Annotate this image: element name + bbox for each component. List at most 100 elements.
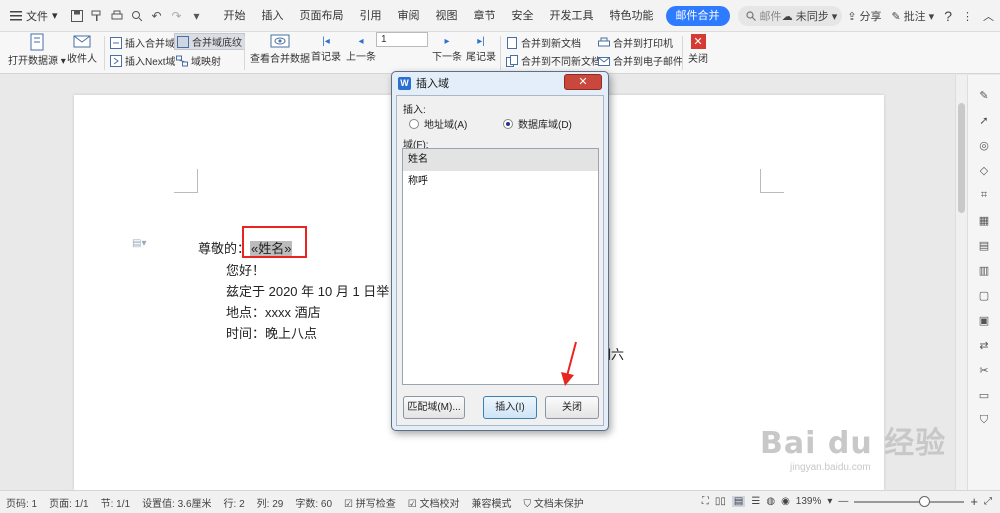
redo-icon[interactable]: ↷ (170, 9, 184, 23)
tab-page-layout[interactable]: 页面布局 (292, 0, 352, 32)
zoom-in-icon[interactable]: + (970, 494, 978, 509)
prev-record-button[interactable]: ◂ 上一条 (346, 36, 376, 63)
close-mail-merge-button[interactable]: ✕ 关闭 (688, 34, 708, 65)
ribbon-separator (104, 36, 105, 70)
print-icon[interactable] (110, 9, 124, 23)
status-col[interactable]: 列: 29 (251, 495, 290, 510)
merge-to-printer-label: 合并到打印机 (613, 39, 673, 50)
translate-icon[interactable]: ⇄ (976, 337, 992, 353)
radio-database-field[interactable]: 数据库域(D) (503, 116, 572, 131)
scrollbar-thumb[interactable] (958, 103, 965, 213)
status-row[interactable]: 行: 2 (218, 495, 251, 510)
save-icon[interactable] (70, 9, 84, 23)
spellcheck-button[interactable]: ☑ 拼写检查 (338, 495, 402, 510)
protect-icon: ⛉ (523, 498, 532, 510)
close-button[interactable]: 关闭 (545, 396, 599, 419)
style-icon[interactable]: ✎ (976, 87, 992, 103)
tab-mail-merge[interactable]: 邮件合并 (665, 5, 730, 26)
undo-icon[interactable]: ↶ (150, 9, 164, 23)
status-page-number[interactable]: 页码: 1 (0, 495, 43, 510)
status-pages[interactable]: 页面: 1/1 (43, 495, 94, 510)
status-setting[interactable]: 设置值: 3.6厘米 (136, 495, 217, 510)
tab-insert[interactable]: 插入 (254, 0, 292, 32)
list-item[interactable]: 姓名 (403, 149, 598, 171)
insert-next-field-button[interactable]: 插入Next域 (110, 53, 176, 68)
open-datasource-button[interactable]: 打开数据源 ▾ (8, 33, 66, 67)
fullscreen-icon[interactable]: ⛶ (702, 496, 709, 507)
paragraph-marker-icon[interactable]: ▤▾ (132, 238, 146, 249)
compat-mode[interactable]: 兼容模式 (466, 495, 518, 510)
merge-to-printer-button[interactable]: 合并到打印机 (598, 35, 673, 50)
chart-icon[interactable]: ▥ (976, 262, 992, 278)
zoom-slider[interactable] (854, 495, 965, 507)
tab-developer[interactable]: 开发工具 (542, 0, 602, 32)
read-mode-icon[interactable]: ▯▯ (715, 496, 726, 507)
status-section[interactable]: 节: 1/1 (95, 495, 136, 510)
collapse-ribbon-icon[interactable]: ︿ (983, 8, 994, 24)
select-cursor-icon[interactable]: ➚ (976, 112, 992, 128)
zoom-chevron-icon[interactable]: ▾ (827, 496, 832, 507)
proofread-button[interactable]: ☑ 文档校对 (402, 495, 466, 510)
insert-button[interactable]: 插入(I) (483, 396, 537, 419)
tab-special[interactable]: 特色功能 (602, 0, 662, 32)
file-menu-button[interactable]: 文件 ▾ (0, 8, 64, 24)
zoom-level[interactable]: 139% (796, 496, 822, 507)
radio-database-dot (503, 118, 513, 129)
share-button[interactable]: ⇪ 分享 (847, 8, 881, 24)
merge-to-new-doc-button[interactable]: 合并到新文档 (506, 35, 581, 50)
sync-button[interactable]: ☁ 未同步 ▾ (782, 8, 838, 24)
watermark-url: jingyan.baidu.com (790, 462, 871, 473)
document-icon[interactable]: ▢ (976, 287, 992, 303)
recipients-button[interactable]: 收件人 (67, 33, 97, 65)
apps-icon[interactable]: ▤ (976, 237, 992, 253)
tab-view[interactable]: 视图 (428, 0, 466, 32)
help-button[interactable]: ? (944, 8, 952, 24)
vertical-scrollbar[interactable] (955, 75, 967, 490)
layers-icon[interactable]: ▣ (976, 312, 992, 328)
shapes-icon[interactable]: ◇ (976, 162, 992, 178)
protect-status[interactable]: ⛉ 文档未保护 (518, 495, 590, 510)
table-icon[interactable]: ▦ (976, 212, 992, 228)
tab-chapter[interactable]: 章节 (466, 0, 504, 32)
zoom-slider-knob[interactable] (919, 495, 931, 507)
tab-home[interactable]: 开始 (216, 0, 254, 32)
page-view-icon[interactable]: ▤ (731, 496, 746, 507)
crop-icon[interactable]: ⌗ (976, 187, 992, 203)
first-record-button[interactable]: |◂ 首记录 (311, 36, 341, 63)
merge-field-shading-button[interactable]: 合并域底纹 (174, 33, 245, 50)
scissors-icon[interactable]: ✂ (976, 362, 992, 378)
field-mapping-button[interactable]: 域映射 (176, 53, 221, 68)
box-icon[interactable]: ▭ (976, 387, 992, 403)
tab-references[interactable]: 引用 (352, 0, 390, 32)
next-record-button[interactable]: ▸ 下一条 (432, 36, 462, 63)
more-options-icon[interactable]: ⋮ (962, 10, 973, 23)
web-view-icon[interactable]: ◍ (766, 496, 775, 507)
insert-merge-field-button[interactable]: 插入合并域 (110, 35, 175, 50)
radio-address-field[interactable]: 地址域(A) (409, 116, 467, 131)
tab-security[interactable]: 安全 (504, 0, 542, 32)
list-item[interactable]: 称呼 (403, 171, 598, 193)
view-merged-data-button[interactable]: 查看合并数据 (250, 33, 310, 65)
fit-icon[interactable]: ⤢ (984, 496, 992, 507)
tab-review[interactable]: 审阅 (390, 0, 428, 32)
outline-view-icon[interactable]: ☰ (751, 496, 760, 507)
merge-to-email-button[interactable]: 合并到电子邮件 (598, 53, 683, 68)
customize-icon[interactable]: ▾ (190, 9, 204, 23)
eye-protect-icon[interactable]: ◉ (781, 496, 790, 507)
prev-record-label: 上一条 (346, 52, 376, 63)
merge-to-new-doc-label: 合并到新文档 (521, 39, 581, 50)
print-preview-icon[interactable] (130, 9, 144, 23)
status-words[interactable]: 字数: 60 (289, 495, 338, 510)
match-fields-button[interactable]: 匹配域(M)... (403, 396, 465, 419)
search-input[interactable]: 邮件 (760, 8, 782, 24)
shield-icon[interactable]: ⛉ (976, 412, 992, 428)
format-painter-icon[interactable] (90, 9, 104, 23)
zoom-out-icon[interactable]: — (838, 496, 848, 507)
record-number-input[interactable]: 1 (376, 32, 428, 47)
last-record-button[interactable]: ▸| 尾记录 (466, 36, 496, 63)
annotate-button[interactable]: ✎ 批注 ▾ (891, 8, 934, 24)
open-datasource-text: 打开数据源 (8, 56, 58, 67)
merge-to-diff-docs-button[interactable]: 合并到不同新文档 (506, 53, 601, 68)
location-icon[interactable]: ◎ (976, 137, 992, 153)
dialog-close-button[interactable]: ✕ (564, 74, 602, 90)
